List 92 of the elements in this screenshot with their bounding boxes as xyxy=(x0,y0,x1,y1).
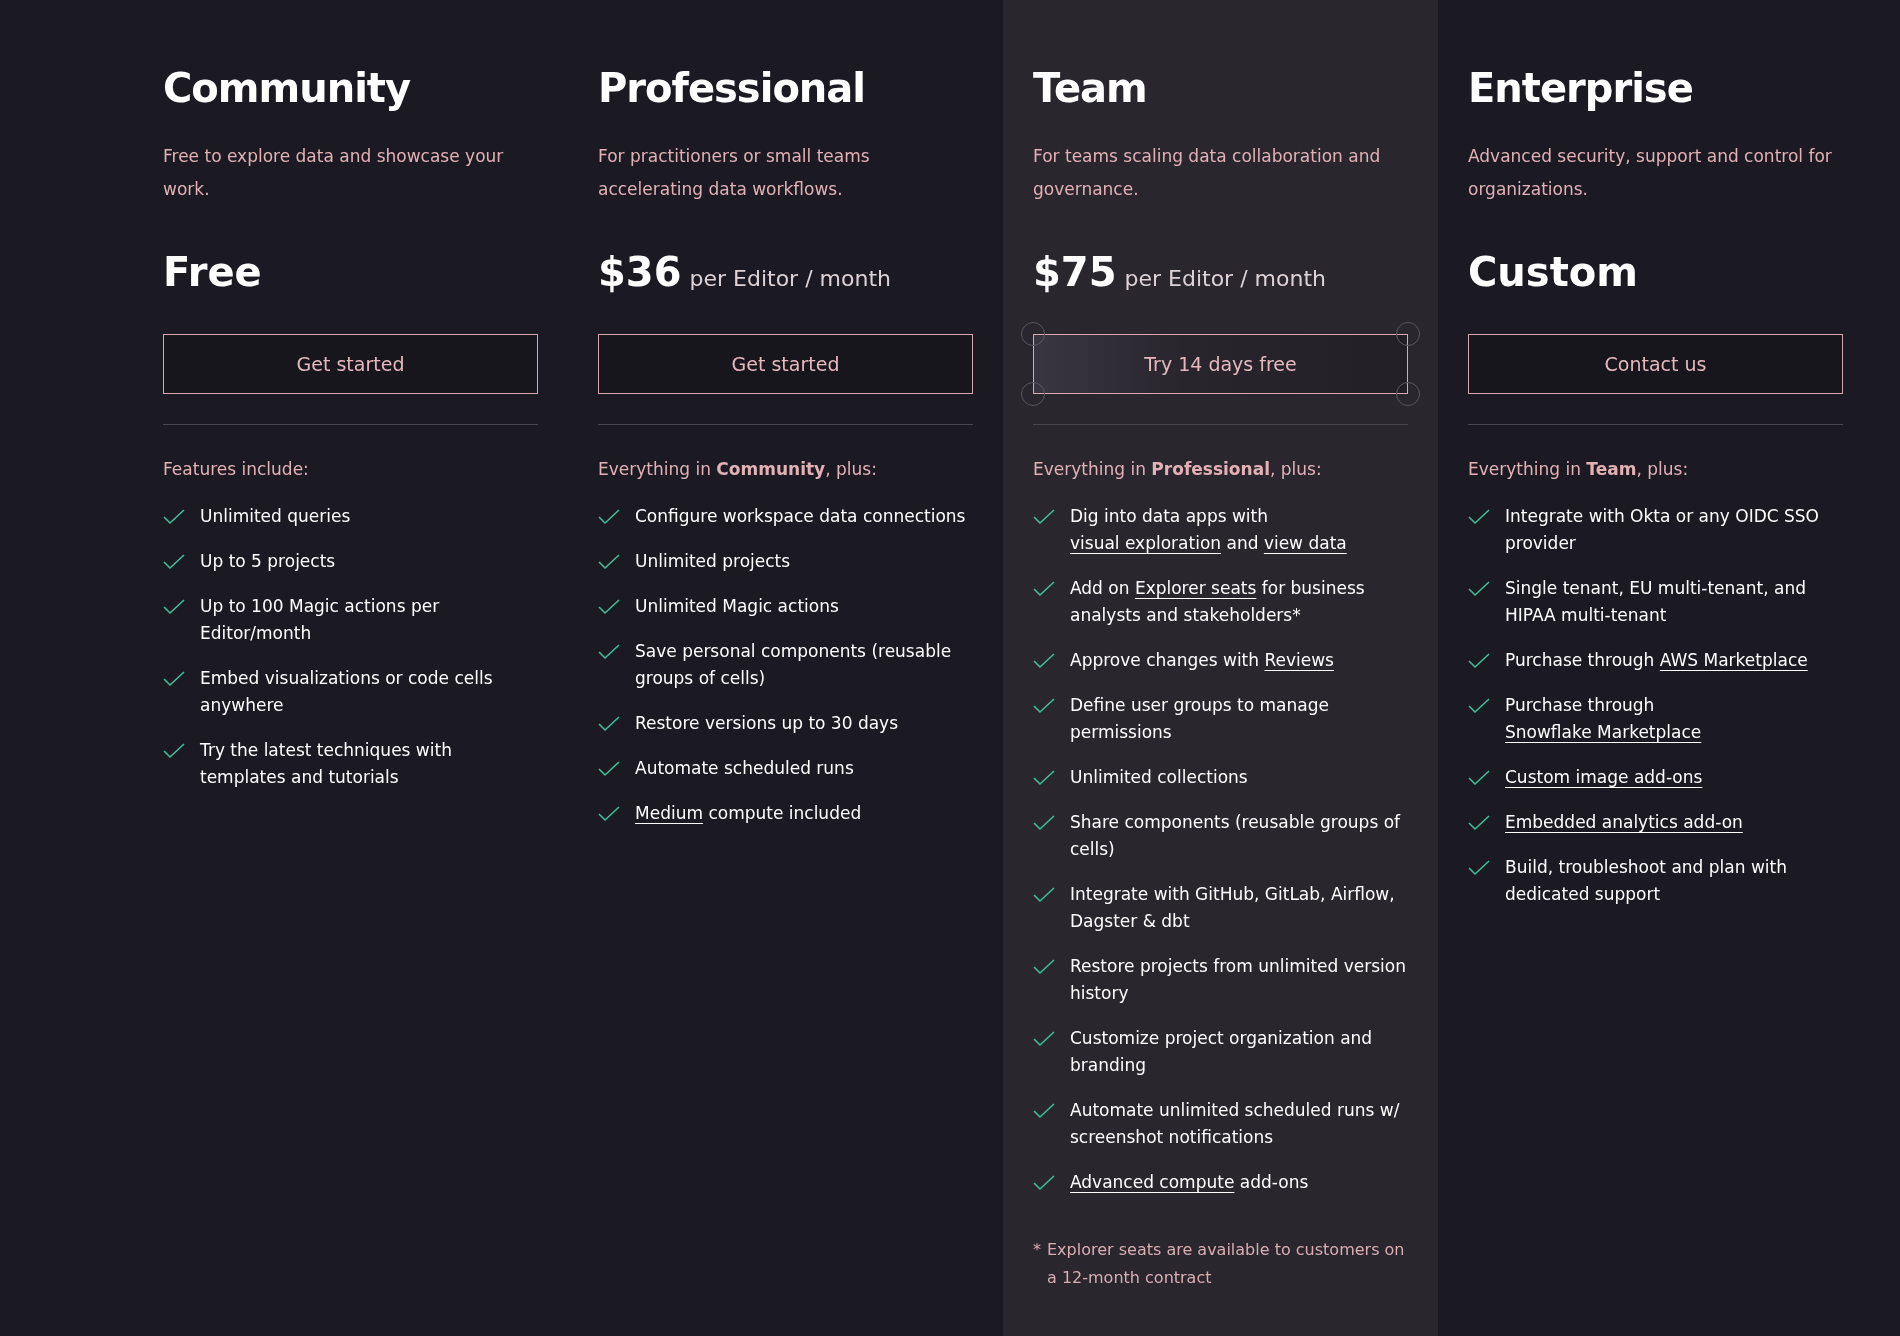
feature-text: Configure workspace data connections xyxy=(635,504,966,528)
check-icon xyxy=(1033,958,1055,975)
feature-text: Purchase through AWS Marketplace xyxy=(1505,648,1808,672)
feature-text: Restore projects from unlimited version history xyxy=(1070,954,1407,1005)
feature-text: Single tenant, EU multi-tenant, and HIPAA multi-tenant xyxy=(1505,576,1807,627)
check-icon xyxy=(598,598,620,615)
check-icon xyxy=(1033,814,1055,831)
check-icon xyxy=(163,598,185,615)
price-amount: Free xyxy=(163,248,262,297)
feature-text: Unlimited collections xyxy=(1070,765,1248,789)
check-icon xyxy=(598,508,620,525)
feature-text: Purchase through Snowflake Marketplace xyxy=(1505,693,1703,744)
feature-text: Define user groups to manage permissions xyxy=(1070,693,1330,744)
check-icon xyxy=(1033,652,1055,669)
features-heading: Everything in Team, plus: xyxy=(1468,458,1690,481)
feature-link[interactable]: Snowflake Marketplace xyxy=(1505,721,1702,742)
check-icon xyxy=(1468,697,1490,714)
feature-text: Unlimited Magic actions xyxy=(635,594,839,618)
feature-text: Build, troubleshoot and plan with dedicated support xyxy=(1505,855,1788,906)
check-icon xyxy=(1468,859,1490,876)
plan-title: Community xyxy=(163,64,412,113)
price-amount: Custom xyxy=(1468,248,1638,297)
plan-description: For teams scaling data collaboration and governance. xyxy=(1033,145,1382,201)
feature-text: Try the latest techniques with templates and tutorials xyxy=(200,738,453,789)
feature-link[interactable]: view data xyxy=(1263,532,1347,553)
check-icon xyxy=(1033,508,1055,525)
feature-text: Approve changes with Reviews xyxy=(1070,648,1334,672)
check-icon xyxy=(1468,652,1490,669)
check-icon xyxy=(598,553,620,570)
feature-link[interactable]: Advanced compute xyxy=(1070,1171,1235,1192)
feature-text: Add on Explorer seats for business analysts and stakeholders* xyxy=(1070,576,1366,627)
feature-text: Automate unlimited scheduled runs w/ screenshot notifications xyxy=(1070,1098,1401,1149)
feature-link[interactable]: AWS Marketplace xyxy=(1659,649,1808,670)
check-icon xyxy=(598,760,620,777)
plan-description: For practitioners or small teams accelerating data workflows. xyxy=(598,145,871,201)
feature-text: Advanced compute add-ons xyxy=(1070,1170,1309,1194)
check-icon xyxy=(163,553,185,570)
feature-text: Share components (reusable groups of cells) xyxy=(1070,810,1402,861)
feature-link[interactable]: visual exploration xyxy=(1070,532,1222,553)
feature-text: Automate scheduled runs xyxy=(635,756,854,780)
feature-text: Integrate with GitHub, GitLab, Airflow, Dagster & dbt xyxy=(1070,882,1396,933)
feature-text: Save personal components (reusable groups of cells) xyxy=(635,639,953,690)
price-amount: $75 xyxy=(1033,248,1117,297)
plan-button[interactable]: Contact us xyxy=(1468,334,1843,394)
feature-link[interactable]: Embedded analytics add-on xyxy=(1505,811,1743,832)
feature-link[interactable]: Custom image add-ons xyxy=(1505,766,1703,787)
plan-description: Free to explore data and showcase your work. xyxy=(163,145,505,201)
check-icon xyxy=(598,643,620,660)
plan-description: Advanced security, support and control for organizations. xyxy=(1468,145,1833,201)
feature-text: Customize project organization and branding xyxy=(1070,1026,1374,1077)
feature-text: Embed visualizations or code cells anywhere xyxy=(200,666,494,717)
plan-button[interactable]: Get started xyxy=(163,334,538,394)
check-icon xyxy=(163,670,185,687)
price-unit: per Editor / month xyxy=(1124,265,1326,293)
price-amount: $36 xyxy=(598,248,682,297)
footnote-text: Explorer seats are available to customers on a 12-month contract xyxy=(1047,1238,1406,1289)
feature-text: Unlimited queries xyxy=(200,504,351,528)
check-icon xyxy=(163,742,185,759)
check-icon xyxy=(1033,1174,1055,1191)
feature-link[interactable]: Medium xyxy=(635,802,703,823)
check-icon xyxy=(1468,769,1490,786)
check-icon xyxy=(598,715,620,732)
feature-text: Up to 100 Magic actions per Editor/month xyxy=(200,594,441,645)
feature-link[interactable]: Explorer seats xyxy=(1134,577,1257,598)
price-unit: per Editor / month xyxy=(689,265,891,293)
feature-text: Medium compute included xyxy=(635,801,862,825)
check-icon xyxy=(1468,814,1490,831)
check-icon xyxy=(1033,1102,1055,1119)
check-icon xyxy=(1033,769,1055,786)
feature-text: Unlimited projects xyxy=(635,549,791,573)
check-icon xyxy=(1033,886,1055,903)
plan-title: Team xyxy=(1033,64,1148,113)
feature-text: Integrate with Okta or any OIDC SSO provider xyxy=(1505,504,1820,555)
footnote-mark: * xyxy=(1033,1238,1041,1261)
check-icon xyxy=(1468,508,1490,525)
feature-text: Restore versions up to 30 days xyxy=(635,711,899,735)
check-icon xyxy=(1033,580,1055,597)
plan-title: Enterprise xyxy=(1468,64,1694,113)
plan-button[interactable]: Get started xyxy=(598,334,973,394)
check-icon xyxy=(598,805,620,822)
feature-link[interactable]: Reviews xyxy=(1264,649,1334,670)
features-heading: Everything in Community, plus: xyxy=(598,458,878,481)
features-heading: Everything in Professional, plus: xyxy=(1033,458,1323,481)
check-icon xyxy=(1468,580,1490,597)
trial-button[interactable]: Try 14 days free xyxy=(1033,334,1408,394)
features-heading: Features include: xyxy=(163,458,310,481)
plan-title: Professional xyxy=(598,64,867,113)
check-icon xyxy=(1033,697,1055,714)
check-icon xyxy=(163,508,185,525)
check-icon xyxy=(1033,1030,1055,1047)
feature-text: Dig into data apps with visual exploration and view data xyxy=(1070,504,1348,555)
feature-text: Up to 5 projects xyxy=(200,549,336,573)
